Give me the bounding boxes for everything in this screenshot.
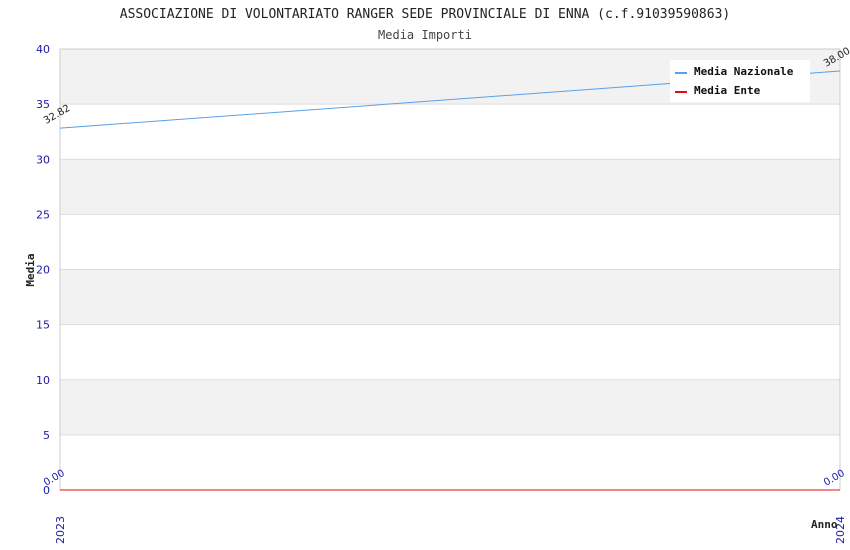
plot-band [60, 379, 840, 435]
y-tick-label: 15 [36, 319, 50, 332]
y-tick-label: 35 [36, 98, 50, 111]
y-tick-label: 10 [36, 374, 50, 387]
chart-title: ASSOCIAZIONE DI VOLONTARIATO RANGER SEDE… [120, 7, 730, 22]
plot-band [60, 434, 840, 490]
x-tick-label: 2023 [54, 516, 67, 544]
chart: ASSOCIAZIONE DI VOLONTARIATO RANGER SEDE… [24, 7, 850, 544]
legend: Media Nazionale Media Ente [670, 60, 810, 102]
y-tick-label: 40 [36, 43, 50, 56]
y-tick-labels: 0510152025303540 [36, 43, 50, 497]
y-axis-label: Media [24, 253, 37, 286]
y-tick-label: 30 [36, 153, 50, 166]
plot-band [60, 269, 840, 325]
y-tick-label: 5 [43, 429, 50, 442]
x-tick-labels: 2023 2024 [54, 516, 847, 544]
legend-item-label: Media Ente [694, 84, 761, 97]
plot-band [60, 104, 840, 160]
legend-item-label: Media Nazionale [694, 65, 794, 78]
x-axis-label: Anno [811, 518, 838, 531]
y-tick-label: 20 [36, 264, 50, 277]
plot-band [60, 214, 840, 270]
y-tick-label: 25 [36, 208, 50, 221]
plot-band [60, 324, 840, 380]
chart-subtitle: Media Importi [378, 28, 472, 42]
plot-band [60, 159, 840, 215]
